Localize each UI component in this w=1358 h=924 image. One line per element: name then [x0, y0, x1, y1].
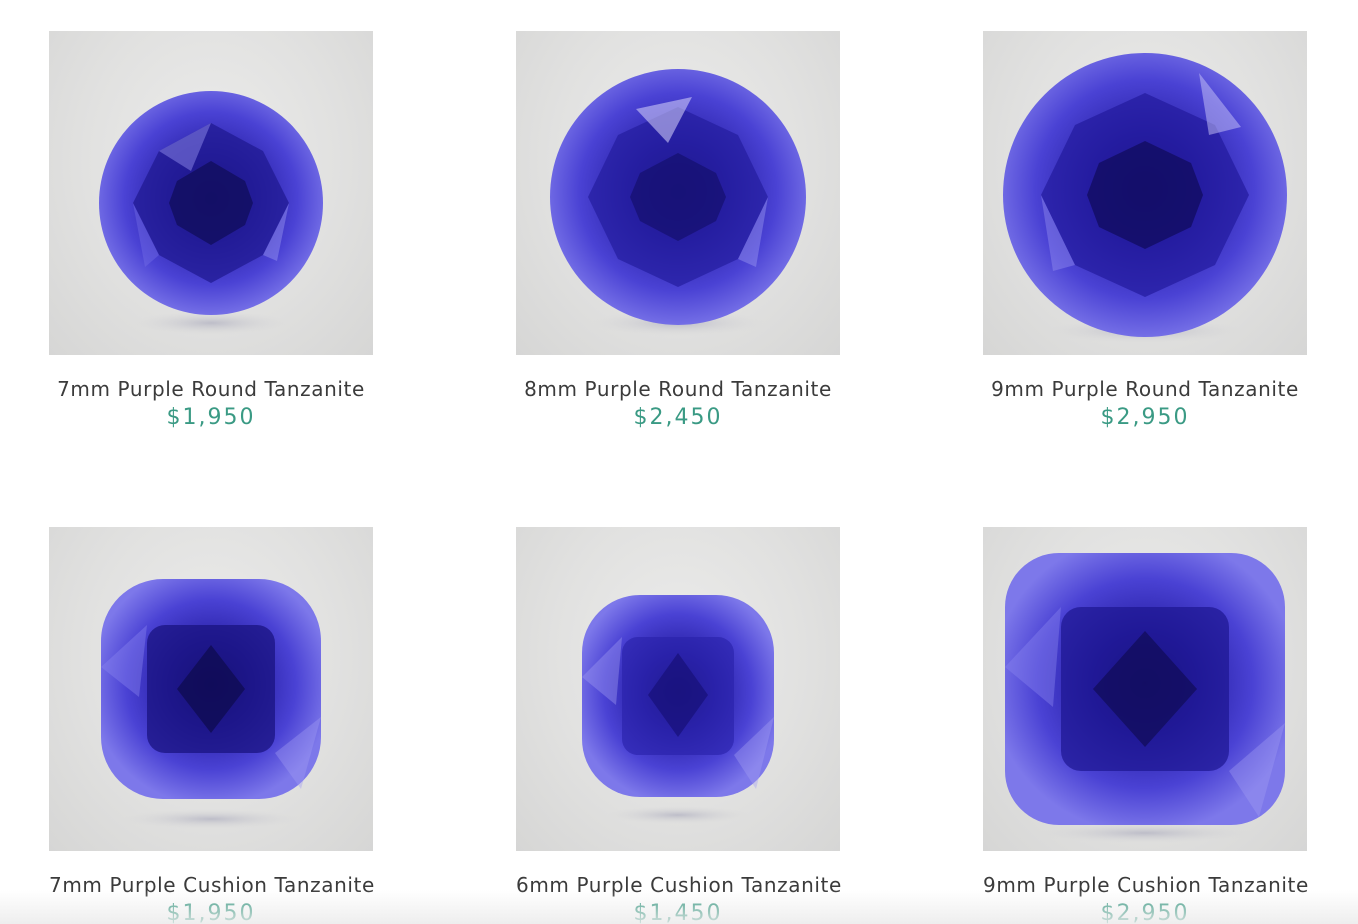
- product-name[interactable]: 9mm Purple Cushion Tanzanite: [983, 873, 1308, 897]
- product-image[interactable]: [516, 527, 840, 851]
- product-card[interactable]: 7mm Purple Cushion Tanzanite $1,950: [49, 527, 374, 924]
- product-name[interactable]: 9mm Purple Round Tanzanite: [983, 377, 1307, 401]
- product-card[interactable]: 9mm Purple Cushion Tanzanite $2,950: [983, 527, 1308, 924]
- cushion-tanzanite-icon: [582, 595, 774, 824]
- product-card[interactable]: 9mm Purple Round Tanzanite $2,950: [983, 31, 1307, 430]
- product-name[interactable]: 7mm Purple Cushion Tanzanite: [49, 873, 374, 897]
- product-price: $2,450: [633, 405, 723, 430]
- product-card[interactable]: 6mm Purple Cushion Tanzanite $1,450: [516, 527, 841, 924]
- product-price: $1,950: [166, 405, 256, 430]
- cushion-tanzanite-icon: [101, 579, 321, 829]
- cushion-tanzanite-icon: [1005, 553, 1285, 843]
- product-name[interactable]: 7mm Purple Round Tanzanite: [49, 377, 373, 401]
- product-image[interactable]: [49, 31, 373, 355]
- product-name[interactable]: 6mm Purple Cushion Tanzanite: [516, 873, 841, 897]
- product-image[interactable]: [516, 31, 840, 355]
- product-price: $2,950: [1100, 901, 1190, 924]
- product-name[interactable]: 8mm Purple Round Tanzanite: [516, 377, 840, 401]
- round-tanzanite-icon: [99, 91, 323, 335]
- product-price: $2,950: [1100, 405, 1190, 430]
- product-card[interactable]: 8mm Purple Round Tanzanite $2,450: [516, 31, 840, 430]
- round-tanzanite-icon: [1003, 53, 1287, 343]
- product-card[interactable]: 7mm Purple Round Tanzanite $1,950: [49, 31, 373, 430]
- product-image[interactable]: [49, 527, 373, 851]
- product-image[interactable]: [983, 527, 1307, 851]
- product-grid: 7mm Purple Round Tanzanite $1,950 8mm Pu…: [0, 0, 1358, 924]
- product-price: $1,950: [166, 901, 256, 924]
- round-tanzanite-icon: [550, 69, 806, 336]
- product-price: $1,450: [633, 901, 723, 924]
- product-image[interactable]: [983, 31, 1307, 355]
